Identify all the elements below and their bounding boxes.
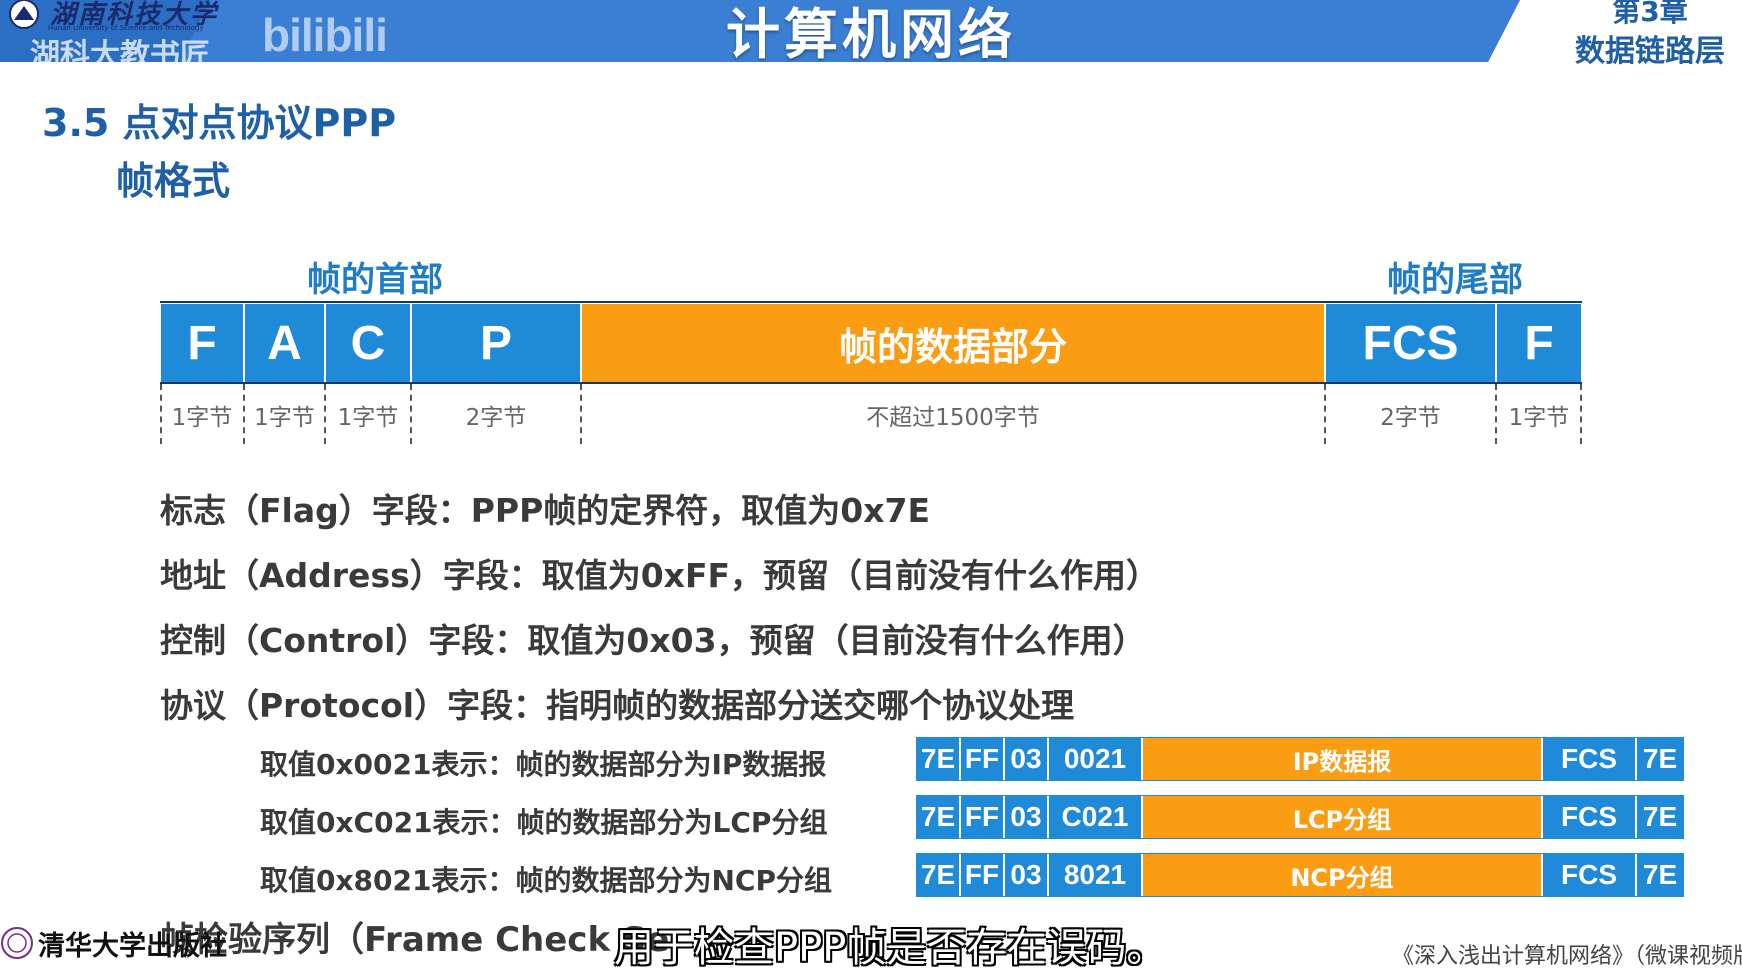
mini-field-a: FF [961,796,1005,838]
mini-field-data: NCP分组 [1143,854,1543,896]
mini-field-p: 8021 [1049,854,1143,896]
mini-frame-ncp: 7E FF 03 8021 NCP分组 FCS 7E [916,853,1684,897]
chapter-name: 数据链路层 [1575,34,1725,69]
mini-frame-lcp: 7E FF 03 C021 LCP分组 FCS 7E [916,795,1684,839]
course-title: 计算机网络 [726,3,1016,66]
desc-control: 控制（Control）字段：取值为0x03，预留（目前没有什么作用） [160,621,1146,660]
size-address: 1字节 [254,405,315,431]
protocol-value-lcp: 取值0xC021表示：帧的数据部分为LCP分组 [260,806,828,839]
mini-field-f-end: 7E [1637,796,1683,838]
field-data: 帧的数据部分 [581,303,1325,383]
size-fcs: 2字节 [1380,405,1441,431]
mini-field-a: FF [961,738,1005,780]
publisher-name: 清华大学出版社 [38,931,227,962]
mini-field-c: 03 [1005,738,1049,780]
mini-field-p: C021 [1049,796,1143,838]
mini-field-f-end: 7E [1637,738,1683,780]
desc-address: 地址（Address）字段：取值为0xFF，预留（目前没有什么作用） [160,556,1160,595]
section-subtitle: 帧格式 [116,159,231,203]
field-flag-end: F [1496,303,1582,383]
size-flag-end: 1字节 [1508,405,1570,431]
protocol-value-ip: 取值0x0021表示：帧的数据部分为IP数据报 [260,748,827,781]
mini-field-fcs: FCS [1543,738,1637,780]
field-fcs: FCS [1325,303,1496,383]
mini-field-data: IP数据报 [1143,738,1543,780]
frame-bottom-border [160,382,1582,384]
mini-field-c: 03 [1005,854,1049,896]
size-control: 1字节 [337,405,399,431]
mini-field-f-end: 7E [1637,854,1683,896]
field-control: C [325,303,411,383]
mini-field-f: 7E [917,796,961,838]
protocol-value-ncp: 取值0x8021表示：帧的数据部分为NCP分组 [260,864,832,897]
mini-field-p: 0021 [1049,738,1143,780]
mini-field-a: FF [961,854,1005,896]
desc-flag: 标志（Flag）字段：PPP帧的定界符，取值为0x7E [160,491,931,530]
mini-field-data: LCP分组 [1143,796,1543,838]
mini-field-fcs: FCS [1543,854,1637,896]
mini-field-f: 7E [917,738,961,780]
video-caption: 用于检查PPP帧是否存在误码。 [614,925,1167,971]
size-data: 不超过1500字节 [866,405,1040,431]
field-address: A [244,303,325,383]
desc-fcs: 帧检验序列（Frame Check Se [160,920,670,960]
mini-field-fcs: FCS [1543,796,1637,838]
size-protocol: 2字节 [465,405,527,431]
size-flag-start: 1字节 [171,405,233,431]
mini-field-c: 03 [1005,796,1049,838]
frame-header-label: 帧的首部 [307,260,443,300]
frame-trailer-label: 帧的尾部 [1387,260,1523,300]
book-title: 《深入浅出计算机网络》（微课视频版） [1392,944,1742,969]
publisher-seal-icon [1,927,33,959]
desc-protocol: 协议（Protocol）字段：指明帧的数据部分送交哪个协议处理 [160,686,1075,725]
mini-field-f: 7E [917,854,961,896]
field-flag-start: F [160,303,244,383]
field-protocol: P [411,303,581,383]
mini-frame-ip: 7E FF 03 0021 IP数据报 FCS 7E [916,737,1684,781]
section-title: 3.5 点对点协议PPP [42,101,397,145]
